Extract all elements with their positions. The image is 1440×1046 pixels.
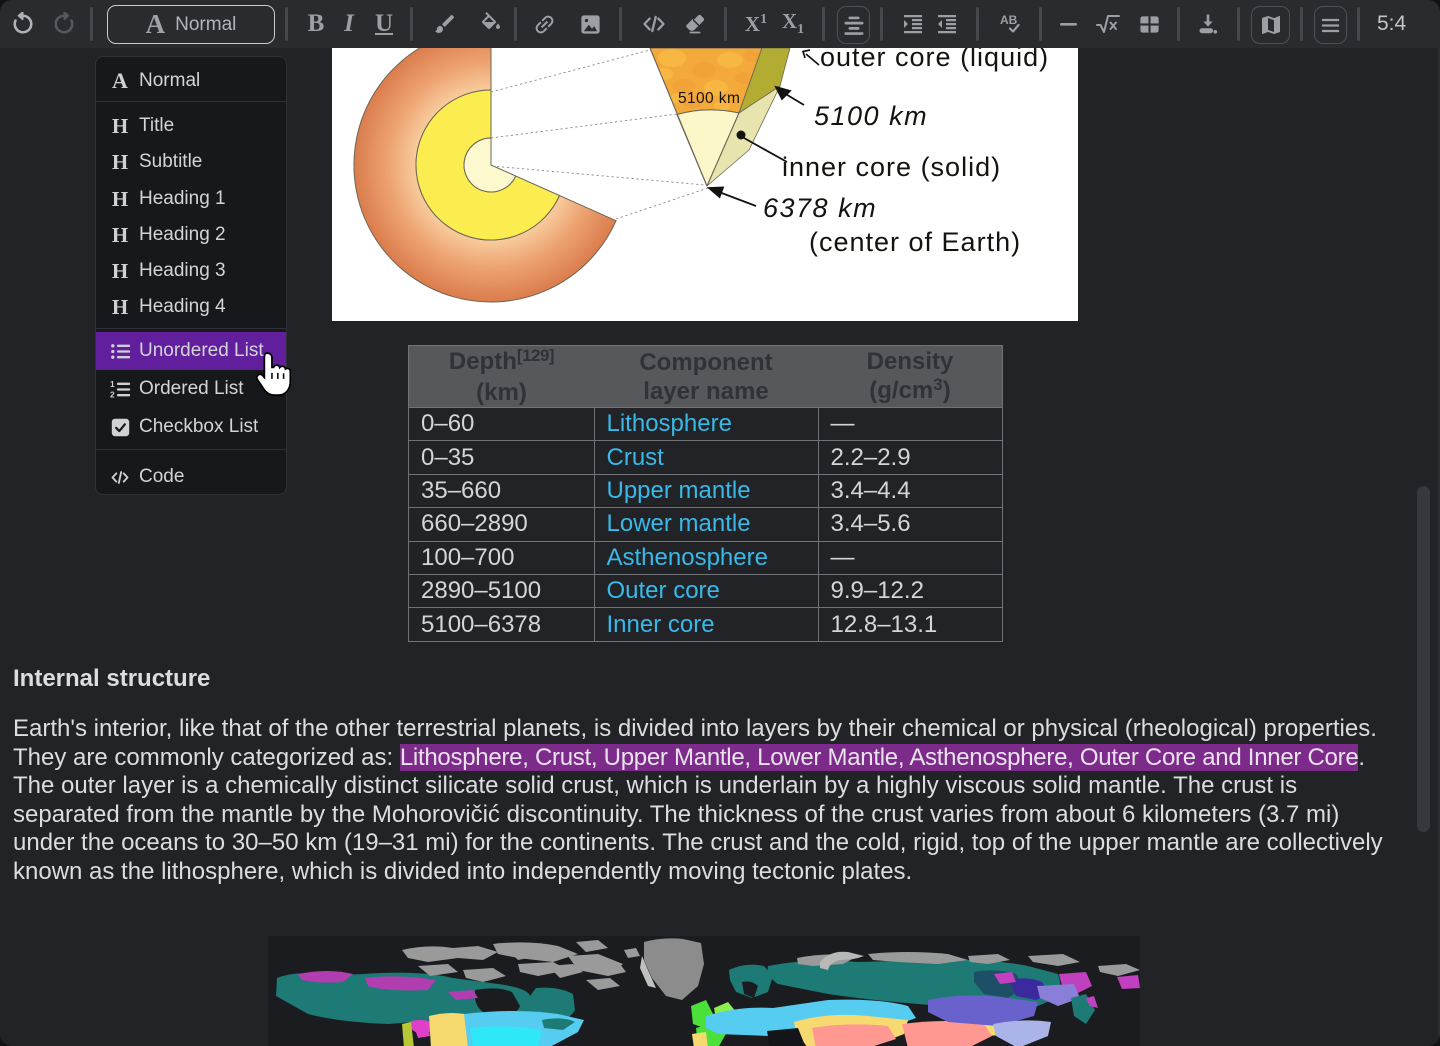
svg-text:2: 2 — [110, 389, 115, 399]
svg-text:5100 km: 5100 km — [678, 90, 740, 107]
svg-text:6378 km: 6378 km — [763, 193, 877, 223]
svg-text:inner core (solid): inner core (solid) — [782, 152, 1001, 182]
svg-text:1: 1 — [110, 379, 115, 389]
svg-text:outer core (liquid): outer core (liquid) — [820, 48, 1049, 72]
svg-text:(center of Earth): (center of Earth) — [809, 227, 1021, 257]
svg-text:5100 km: 5100 km — [814, 101, 928, 131]
svg-text:AB: AB — [1000, 13, 1018, 27]
